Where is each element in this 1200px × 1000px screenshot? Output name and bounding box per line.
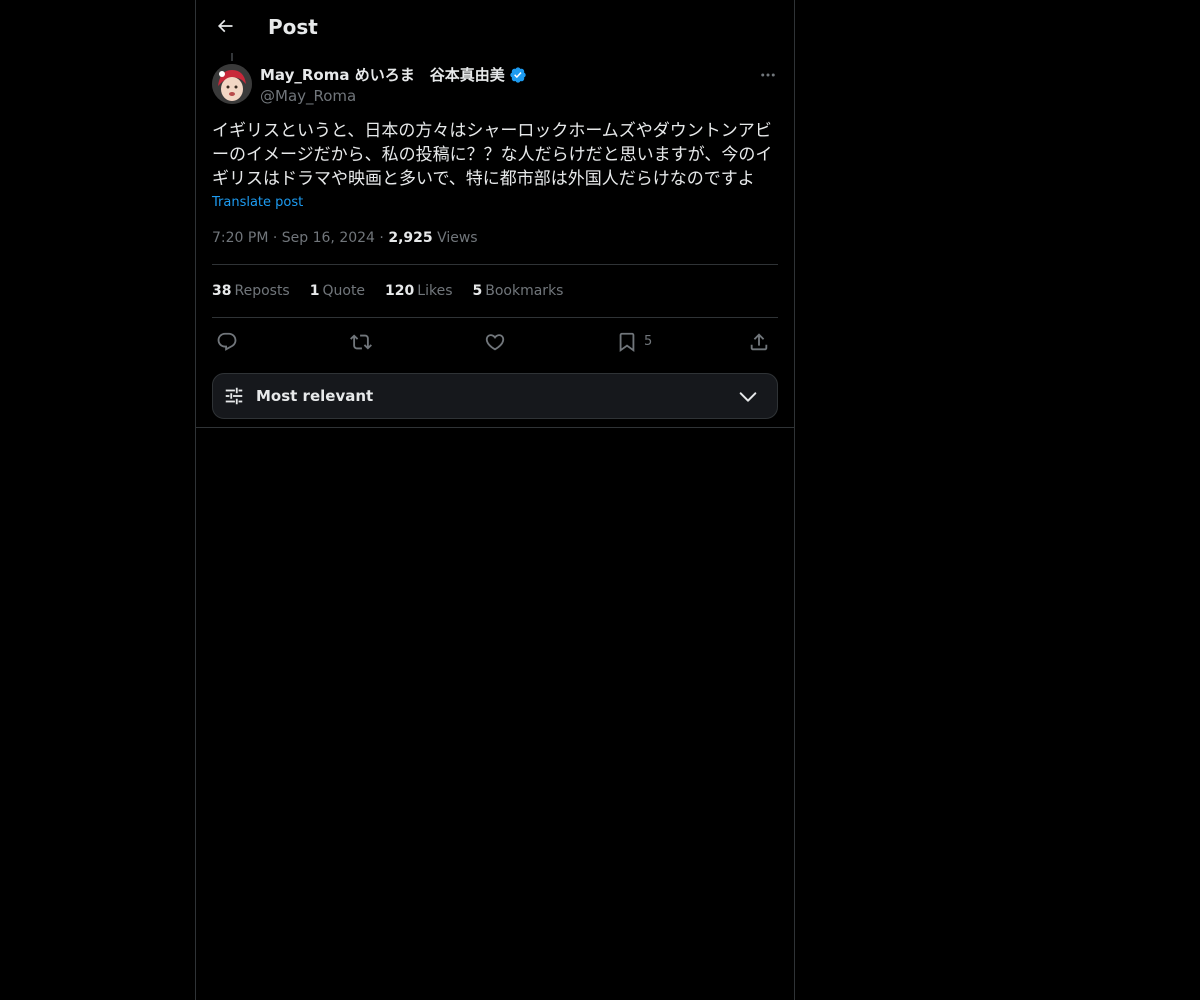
heart-icon xyxy=(485,334,505,351)
divider xyxy=(212,264,778,265)
author-display-name: May_Roma めいろま 谷本真由美 xyxy=(260,66,505,84)
tweet-text: イギリスというと、日本の方々はシャーロックホームズやダウントンアビーのイメージだ… xyxy=(212,121,773,189)
bookmark-action-count: 5 xyxy=(644,334,653,349)
reply-button[interactable] xyxy=(216,328,238,356)
chevron-down-icon xyxy=(739,392,757,402)
reply-icon xyxy=(217,332,237,351)
author-handle[interactable]: @May_Roma xyxy=(260,86,356,106)
sort-label: Most relevant xyxy=(256,387,374,405)
bookmark-button[interactable]: 5 xyxy=(616,328,652,356)
user-avatar-image xyxy=(212,64,252,104)
back-button[interactable] xyxy=(208,9,242,43)
reply-sort-dropdown[interactable]: Most relevant xyxy=(212,373,778,419)
likes-stat[interactable]: 120 Likes xyxy=(385,281,452,301)
engagement-stats: 38 Reposts 1 Quote 120 Likes 5 Bookmarks xyxy=(212,281,563,301)
page-header: Post xyxy=(196,0,794,53)
tweet-time[interactable]: 7:20 PM xyxy=(212,230,268,246)
reposts-count: 38 xyxy=(212,283,232,299)
meta-separator: · xyxy=(379,230,384,246)
share-icon xyxy=(750,333,768,351)
quotes-count: 1 xyxy=(309,283,320,299)
author-name[interactable]: May_Roma めいろま 谷本真由美 xyxy=(260,65,527,85)
like-button[interactable] xyxy=(484,328,506,356)
likes-label: Likes xyxy=(417,283,453,299)
translate-post-link[interactable]: Translate post xyxy=(212,194,303,212)
section-divider xyxy=(196,427,794,428)
bookmarks-count: 5 xyxy=(472,283,483,299)
share-button[interactable] xyxy=(748,328,770,356)
more-options-button[interactable] xyxy=(756,64,780,86)
main-column: Post May_Roma めいろま 谷本真由美 @May_Roma イギリスと… xyxy=(195,0,795,1000)
author-avatar[interactable] xyxy=(212,64,252,104)
divider xyxy=(212,317,778,318)
views-label: Views xyxy=(437,230,478,246)
likes-count: 120 xyxy=(385,283,415,299)
bookmarks-stat[interactable]: 5 Bookmarks xyxy=(473,281,564,301)
more-horizontal-icon xyxy=(761,73,775,77)
tweet-metadata: 7:20 PM · Sep 16, 2024 · 2,925 Views xyxy=(212,228,478,248)
reposts-label: Reposts xyxy=(234,283,290,299)
bookmarks-label: Bookmarks xyxy=(485,283,564,299)
repost-icon xyxy=(350,334,372,350)
bookmark-icon xyxy=(619,332,635,353)
arrow-left-icon xyxy=(217,19,233,33)
tweet-date[interactable]: Sep 16, 2024 xyxy=(282,230,375,246)
reposts-stat[interactable]: 38 Reposts xyxy=(212,281,290,301)
quotes-label: Quote xyxy=(322,283,366,299)
meta-separator: · xyxy=(272,230,278,246)
quotes-stat[interactable]: 1 Quote xyxy=(310,281,365,301)
verified-badge-icon xyxy=(510,67,526,83)
thread-connector-line xyxy=(231,53,233,61)
views-count: 2,925 xyxy=(388,230,433,246)
repost-button[interactable] xyxy=(350,328,372,356)
tweet-actions-bar: 5 xyxy=(212,328,778,356)
page-title: Post xyxy=(268,15,318,39)
sliders-icon xyxy=(225,387,243,405)
